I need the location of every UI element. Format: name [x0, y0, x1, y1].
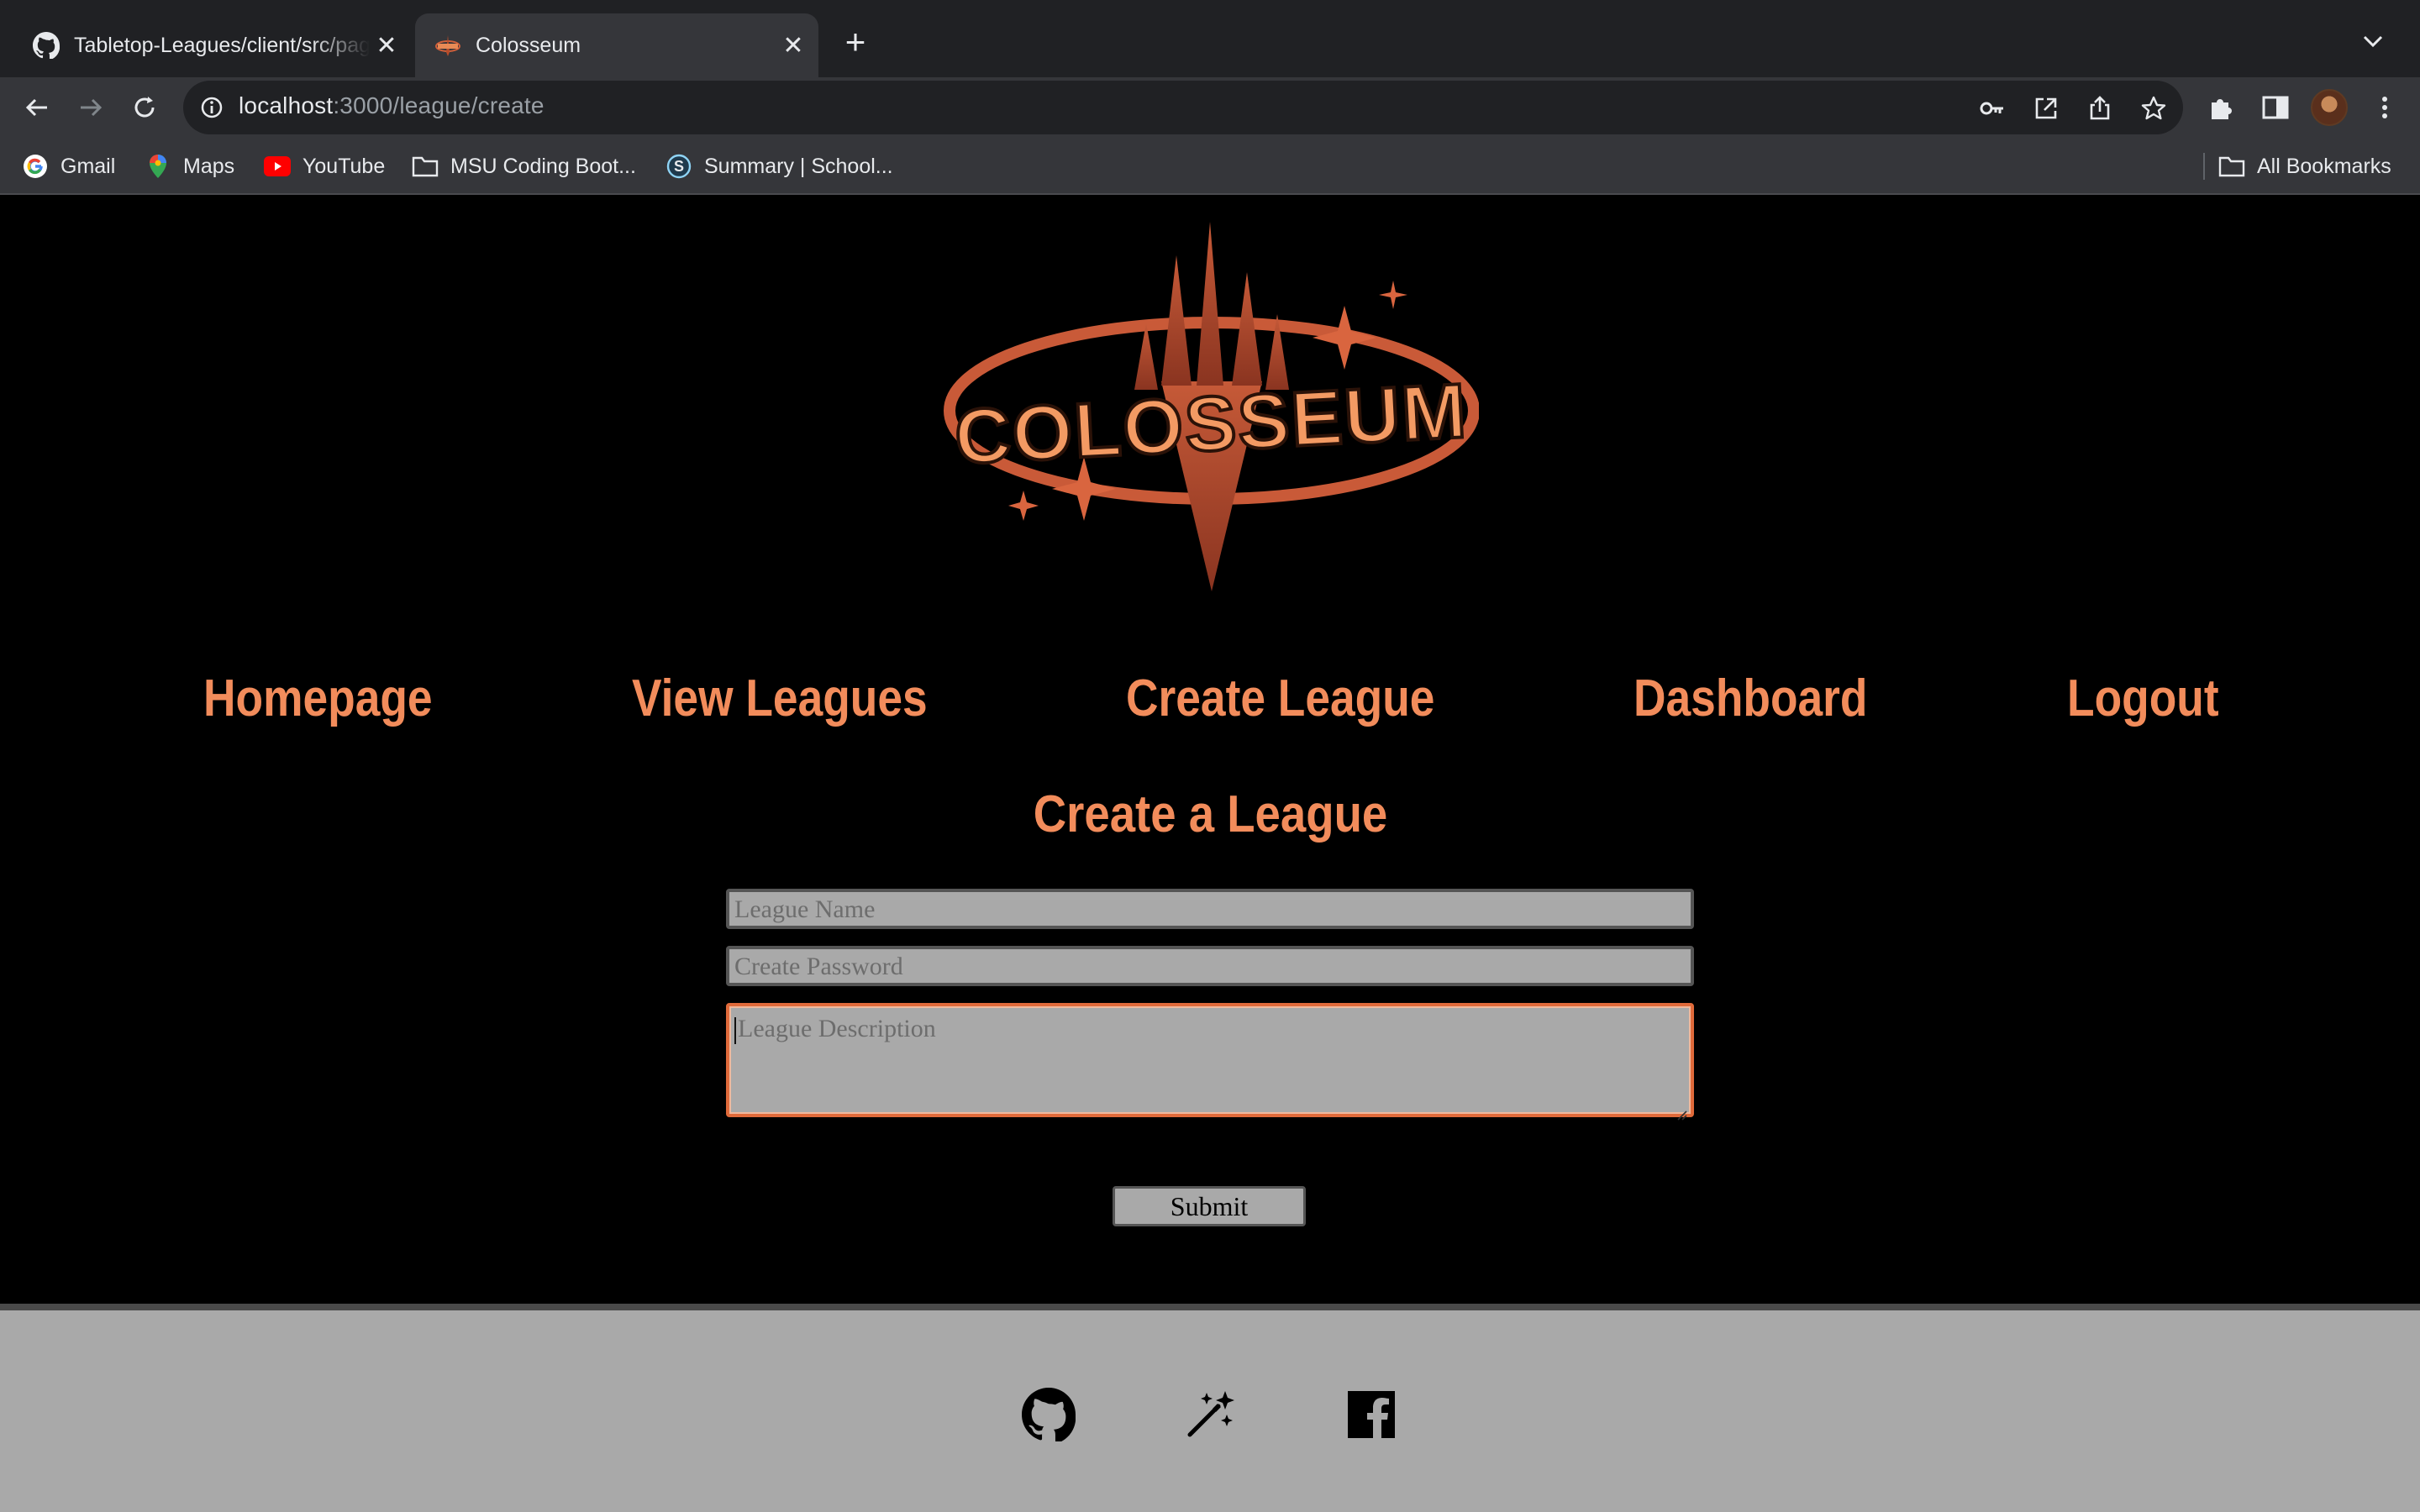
password-placeholder: Create Password	[734, 953, 903, 980]
bookmark-label: Summary | School...	[704, 154, 893, 178]
description-placeholder: League Description	[738, 1015, 936, 1042]
bookmark-label: Maps	[183, 154, 235, 178]
bookmark-msu-coding[interactable]: MSU Coding Boot...	[412, 151, 636, 181]
logo-text: COLOSSEUM	[953, 368, 1470, 480]
page-title: Create a League	[0, 785, 2420, 844]
bookmark-gmail[interactable]: Gmail	[22, 151, 115, 181]
info-icon[interactable]	[198, 94, 225, 121]
create-password-input[interactable]: Create Password	[726, 946, 1694, 986]
key-icon[interactable]	[1978, 94, 2007, 123]
browser-tab-strip: Tabletop-Leagues/client/src/pages ✕ Colo…	[0, 0, 2420, 77]
bookmark-label: MSU Coding Boot...	[450, 154, 636, 178]
nav-logout[interactable]: Logout	[2067, 669, 2219, 728]
nav-dashboard[interactable]: Dashboard	[1634, 669, 1868, 728]
league-name-placeholder: League Name	[734, 895, 876, 923]
folder-icon	[2218, 153, 2245, 180]
svg-text:S: S	[674, 158, 684, 175]
bookmarks-divider	[2203, 153, 2205, 180]
tab-title: Tabletop-Leagues/client/src/pages	[74, 33, 370, 57]
s-icon: S	[666, 153, 692, 180]
close-icon[interactable]: ✕	[776, 29, 810, 62]
back-arrow-icon[interactable]	[18, 89, 55, 126]
all-bookmarks-label: All Bookmarks	[2257, 154, 2391, 178]
bookmark-label: YouTube	[302, 154, 386, 178]
bookmark-maps[interactable]: Maps	[145, 151, 234, 181]
magic-wand-icon[interactable]	[1183, 1388, 1237, 1441]
open-in-app-icon[interactable]	[2032, 94, 2060, 123]
more-menu-icon[interactable]	[2368, 91, 2402, 124]
nav-homepage[interactable]: Homepage	[203, 669, 433, 728]
profile-avatar[interactable]	[2311, 89, 2348, 126]
nav-view-leagues[interactable]: View Leagues	[632, 669, 928, 728]
bookmarks-bar: Gmail Maps YouTube MSU Coding Boot... S …	[0, 138, 2420, 195]
address-bar[interactable]: localhost:3000/league/create	[183, 81, 2183, 134]
league-description-textarea[interactable]: League Description	[726, 1003, 1694, 1121]
facebook-icon[interactable]	[1344, 1388, 1398, 1441]
new-tab-icon[interactable]: +	[837, 24, 874, 60]
bookmark-youtube[interactable]: YouTube	[264, 151, 385, 181]
chevron-down-icon[interactable]	[2356, 27, 2390, 57]
main-nav: Homepage View Leagues Create League Dash…	[0, 669, 2420, 753]
star-icon[interactable]	[2139, 94, 2168, 123]
page-title-text: Create a League	[1033, 785, 1387, 843]
close-icon[interactable]: ✕	[370, 29, 403, 62]
colosseum-icon	[434, 31, 462, 60]
folder-icon	[412, 153, 439, 180]
maps-icon	[145, 153, 171, 180]
github-icon	[32, 31, 60, 60]
bookmark-summary-school[interactable]: S Summary | School...	[666, 151, 893, 181]
resize-handle-icon[interactable]	[1676, 1099, 1687, 1121]
url-text: localhost:3000/league/create	[239, 92, 544, 118]
google-icon	[22, 153, 49, 180]
submit-button[interactable]: Submit	[1113, 1186, 1306, 1226]
text-caret	[734, 1017, 736, 1045]
browser-toolbar: localhost:3000/league/create	[0, 77, 2420, 138]
all-bookmarks[interactable]: All Bookmarks	[2218, 151, 2391, 181]
tab-title: Colosseum	[476, 33, 581, 57]
youtube-icon	[264, 153, 291, 180]
tab-colosseum[interactable]: Colosseum ✕	[415, 13, 818, 77]
tab-github[interactable]: Tabletop-Leagues/client/src/pages ✕	[17, 13, 412, 77]
extensions-icon[interactable]	[2205, 91, 2238, 124]
github-icon[interactable]	[1022, 1388, 1076, 1444]
league-name-input[interactable]: League Name	[726, 889, 1694, 929]
side-panel-icon[interactable]	[2259, 91, 2292, 124]
forward-arrow-icon[interactable]	[72, 89, 109, 126]
bookmark-label: Gmail	[60, 154, 116, 178]
nav-create-league[interactable]: Create League	[1126, 669, 1434, 728]
site-footer	[0, 1304, 2420, 1512]
share-icon[interactable]	[2086, 94, 2114, 123]
colosseum-logo[interactable]: COLOSSEUM	[941, 222, 1480, 591]
reload-icon[interactable]	[126, 89, 163, 126]
